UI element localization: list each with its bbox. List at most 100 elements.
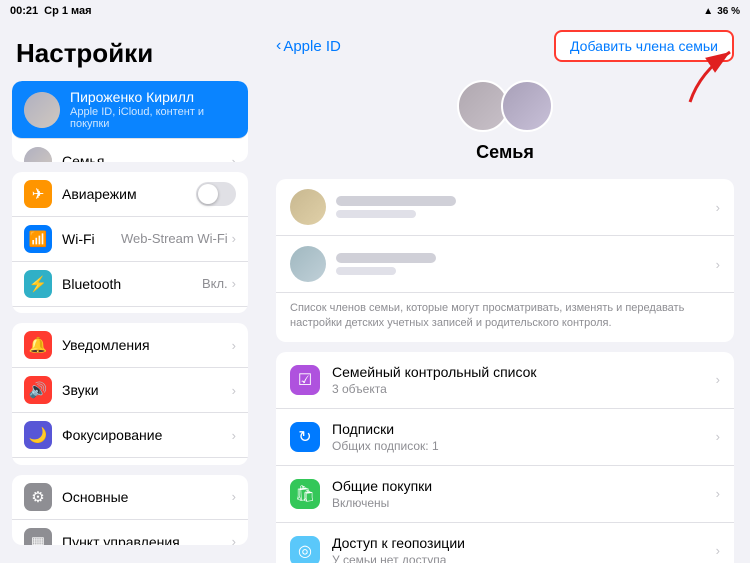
back-link[interactable]: ‹ Apple ID [276,37,341,55]
wifi-label: Wi-Fi [62,231,121,247]
member-sub-blur-2 [336,267,396,275]
chevron-icon: › [232,276,236,291]
member-row-1[interactable]: › [276,179,734,236]
member-info-2 [336,253,716,275]
family-text: Семья [62,153,232,162]
sounds-label: Звуки [62,382,232,398]
notifications-icon: 🔔 [24,331,52,359]
family-avatar-2 [501,80,553,132]
sidebar-item-notifications[interactable]: 🔔 Уведомления › [12,323,248,368]
back-label: Apple ID [283,38,341,55]
purchases-sub: Включены [332,496,716,510]
control-label: Пункт управления [62,534,232,545]
status-right: ▲ 36 % [703,6,740,17]
chevron-icon: › [716,200,720,215]
member-avatar-1 [290,189,326,225]
control-icon: ▦ [24,528,52,545]
location-title: Доступ к геопозиции [332,535,716,551]
family-title: Семья [476,142,534,163]
chevron-icon: › [232,383,236,398]
airplane-text: Авиарежим [62,186,196,202]
add-family-member-button[interactable]: Добавить члена семьи [554,30,734,62]
feature-row-purchases[interactable]: 🛍 Общие покупки Включены › [276,466,734,523]
chevron-icon: › [232,489,236,504]
chevron-icon: › [716,372,720,387]
notifications-label: Уведомления [62,337,232,353]
control-text: Пункт управления [62,534,232,545]
subscriptions-sub: Общих подписок: 1 [332,439,716,453]
right-panel: ‹ Apple ID Добавить члена семьи Семья [260,22,750,563]
sidebar-item-screentime[interactable]: ⏱ Экранное время › [12,458,248,465]
member-row-2[interactable]: › [276,236,734,293]
purchases-icon: 🛍 [290,479,320,509]
family-avatar-small [24,147,52,162]
chevron-icon: › [716,486,720,501]
sidebar-item-bluetooth[interactable]: ⚡ Bluetooth Вкл. › [12,262,248,307]
chevron-icon: › [232,428,236,443]
bluetooth-value: Вкл. [202,276,228,291]
parental-text: Семейный контрольный список 3 объекта [332,364,716,396]
account-sub: Apple ID, iCloud, контент и покупки [70,106,236,130]
right-panel-wrapper: ‹ Apple ID Добавить члена семьи Семья [260,22,750,563]
focus-icon: 🌙 [24,421,52,449]
purchases-title: Общие покупки [332,478,716,494]
sounds-text: Звуки [62,382,232,398]
account-text: Пироженко Кирилл Apple ID, iCloud, конте… [70,89,236,130]
chevron-icon: › [232,231,236,246]
battery: 36 % [717,6,740,17]
sidebar-item-family[interactable]: Семья › [12,139,248,162]
chevron-icon: › [232,534,236,545]
sidebar: Настройки Пироженко Кирилл Apple ID, iCl… [0,22,260,563]
family-avatars [457,80,553,132]
airplane-label: Авиарежим [62,186,196,202]
day: Ср 1 мая [44,5,91,17]
sidebar-item-sounds[interactable]: 🔊 Звуки › [12,368,248,413]
sidebar-title: Настройки [0,30,260,81]
sidebar-item-general[interactable]: ⚙ Основные › [12,475,248,520]
sidebar-item-wifi[interactable]: 📶 Wi-Fi Web-Stream Wi-Fi › [12,217,248,262]
chevron-icon: › [716,543,720,558]
feature-row-subscriptions[interactable]: ↻ Подписки Общих подписок: 1 › [276,409,734,466]
general-section: ⚙ Основные › ▦ Пункт управления › [12,475,248,545]
wifi-value: Web-Stream Wi-Fi [121,231,228,246]
parental-title: Семейный контрольный список [332,364,716,380]
family-header: Семья [276,70,734,179]
wifi-sidebar-icon: 📶 [24,225,52,253]
account-name: Пироженко Кирилл [70,89,236,105]
time: 00:21 [10,5,38,17]
location-text: Доступ к геопозиции У семьи нет доступа [332,535,716,563]
status-bar: 00:21 Ср 1 мая ▲ 36 % [0,0,750,22]
general-icon: ⚙ [24,483,52,511]
member-avatar-2 [290,246,326,282]
avatar [24,92,60,128]
account-section: Пироженко Кирилл Apple ID, iCloud, конте… [12,81,248,162]
subscriptions-title: Подписки [332,421,716,437]
bluetooth-text: Bluetooth [62,276,202,292]
feature-row-location[interactable]: ◎ Доступ к геопозиции У семьи нет доступ… [276,523,734,563]
sidebar-item-airplane[interactable]: ✈ Авиарежим [12,172,248,217]
right-content: Семья › [260,70,750,563]
general-text: Основные [62,489,232,505]
sidebar-item-focus[interactable]: 🌙 Фокусирование › [12,413,248,458]
status-left: 00:21 Ср 1 мая [10,5,92,17]
sidebar-item-account[interactable]: Пироженко Кирилл Apple ID, iCloud, конте… [12,81,248,139]
airplane-toggle[interactable] [196,182,236,206]
feature-row-parental[interactable]: ☑ Семейный контрольный список 3 объекта … [276,352,734,409]
subscriptions-icon: ↻ [290,422,320,452]
member-name-blur-1 [336,196,456,206]
focus-text: Фокусирование [62,427,232,443]
avatar-pic [24,92,60,128]
sidebar-item-vpn[interactable]: 🔒 VPN Не подключен › [12,307,248,314]
features-section: ☑ Семейный контрольный список 3 объекта … [276,352,734,563]
chevron-icon: › [232,154,236,162]
parental-sub: 3 объекта [332,382,716,396]
bluetooth-icon: ⚡ [24,270,52,298]
chevron-icon: › [716,257,720,272]
right-header: ‹ Apple ID Добавить члена семьи [260,22,750,70]
network-section: ✈ Авиарежим 📶 Wi-Fi Web-Stream Wi-Fi › ⚡ [12,172,248,314]
sidebar-item-control[interactable]: ▦ Пункт управления › [12,520,248,545]
member-name-blur-2 [336,253,436,263]
family-label: Семья [62,153,232,162]
general-label: Основные [62,489,232,505]
description-text: Список членов семьи, которые могут просм… [276,293,734,342]
